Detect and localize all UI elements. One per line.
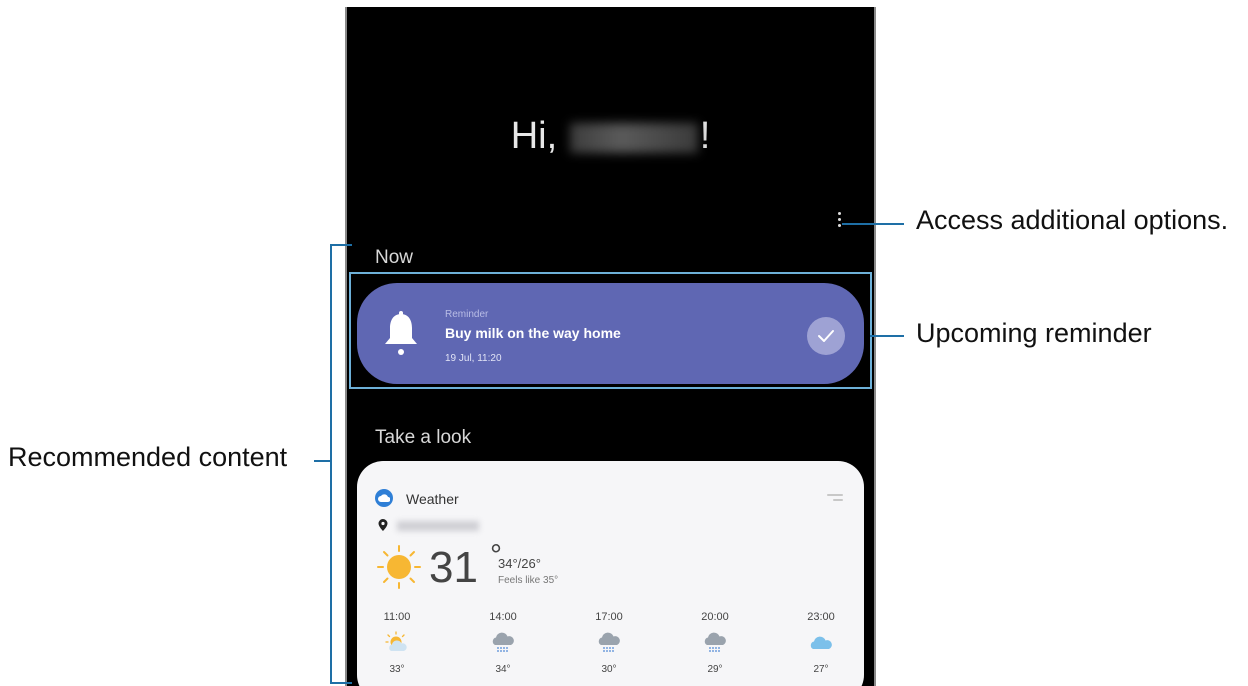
complete-reminder-button[interactable] [807,317,845,355]
hour-temp: 33° [389,664,405,675]
blurred-location [397,521,479,531]
take-a-look-title: Take a look [375,427,472,448]
greeting-suffix: ! [699,115,711,157]
hourly-forecast-item: 20:00 29° [680,611,750,675]
recommended-bracket-bottom [330,682,352,684]
phone-screen: Hi, ! Now Reminder Buy milk on the way h… [345,7,876,686]
cloud-icon [810,636,832,649]
greeting: Hi, ! [347,115,874,158]
hour-time: 23:00 [807,611,835,623]
reminder-card[interactable]: Reminder Buy milk on the way home 19 Jul… [357,283,864,384]
reminder-category: Reminder [445,309,489,320]
hour-time: 11:00 [383,611,411,623]
reminder-callout-label: Upcoming reminder [916,318,1152,348]
options-callout-line [842,223,904,225]
recommended-bracket-top [330,244,352,246]
rain-cloud-icon [704,632,726,652]
hour-temp: 34° [495,664,511,675]
card-menu-icon[interactable] [827,494,843,502]
rain-cloud-icon [598,632,620,652]
weather-app-label: Weather [406,491,459,507]
recommended-bracket-line [330,244,332,684]
reminder-callout-line [870,335,904,337]
feels-like-temperature: Feels like 35° [498,575,559,586]
location-pin-icon [378,519,388,531]
high-low-temperature: 34°/26° [498,556,541,571]
hour-temp: 29° [707,664,723,675]
weather-card[interactable]: Weather 31 ° 34°/26° Feels like 35° 11:0… [357,461,864,686]
hour-time: 20:00 [701,611,729,623]
bell-icon [385,311,417,355]
hour-temp: 30° [601,664,617,675]
sunny-icon [377,545,421,589]
recommended-callout-label: Recommended content [8,442,288,472]
hour-time: 14:00 [489,611,517,623]
now-section-title: Now [375,247,414,268]
current-temperature: 31 [429,543,478,592]
greeting-prefix: Hi, [510,115,558,157]
hour-temp: 27° [813,664,829,675]
hourly-forecast-item: 11:00 33° [362,611,432,675]
hourly-forecast-item: 23:00 27° [786,611,856,675]
reminder-title: Buy milk on the way home [445,325,621,341]
weather-app-icon [375,489,393,507]
options-callout-label: Access additional options. [916,205,1229,235]
rain-cloud-icon [492,632,514,652]
hourly-forecast-item: 17:00 30° [574,611,644,675]
check-icon [818,330,834,342]
reminder-time: 19 Jul, 11:20 [445,353,502,364]
recommended-callout-tick [314,460,330,462]
sun-cloud-icon [385,631,407,651]
blurred-user-name [569,122,698,153]
hour-time: 17:00 [595,611,623,623]
hourly-forecast-item: 14:00 34° [468,611,538,675]
